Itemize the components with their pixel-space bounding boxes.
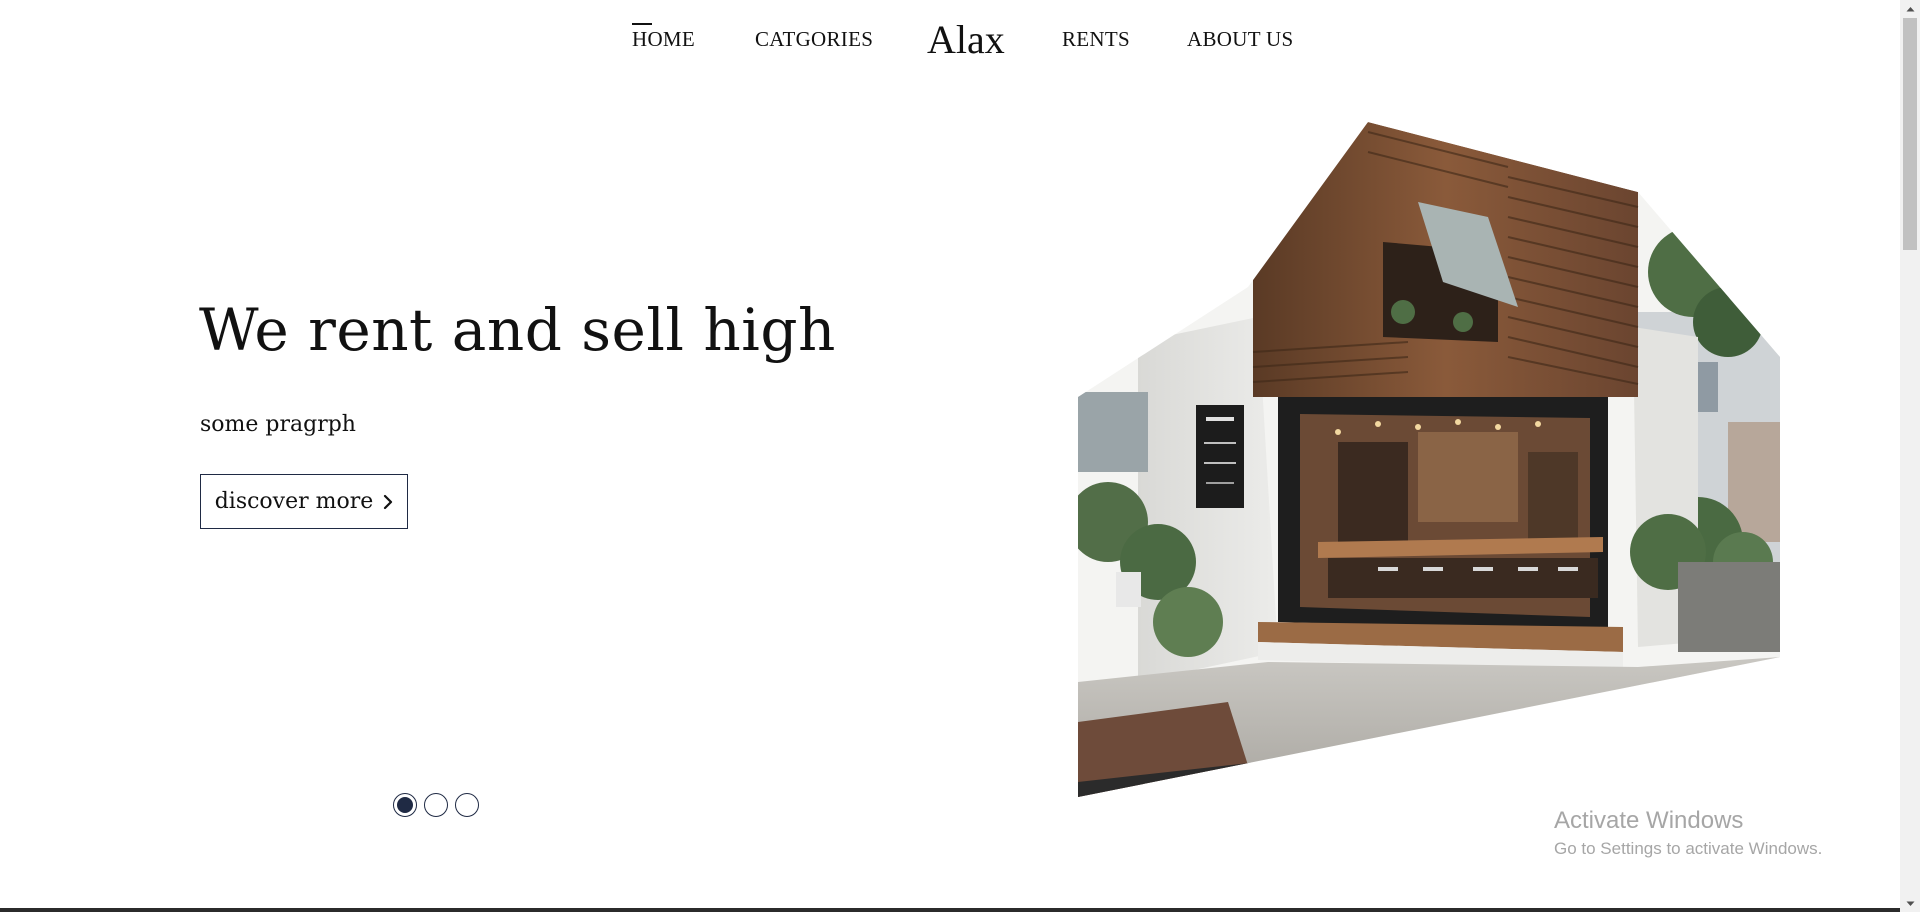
slider-pagination [393, 793, 479, 817]
nav-link-home[interactable]: HOME [632, 23, 695, 52]
nav-link-about-us[interactable]: ABOUT US [1187, 27, 1293, 52]
chevron-right-icon [384, 494, 393, 509]
brand-logo[interactable]: Alax [927, 16, 1005, 63]
nav-link-categories[interactable]: CATGORIES [755, 27, 873, 52]
discover-more-label: discover more [214, 489, 374, 514]
hero-building-image [1078, 122, 1780, 797]
discover-more-button[interactable]: discover more [200, 474, 408, 529]
watermark-subtitle: Go to Settings to activate Windows. [1554, 839, 1823, 858]
bottom-edge-divider [0, 908, 1900, 912]
slider-dot-1[interactable] [393, 793, 417, 817]
nav-link-rents[interactable]: RENTS [1062, 27, 1130, 52]
scroll-down-arrow-icon[interactable] [1900, 895, 1920, 912]
vertical-scrollbar[interactable] [1900, 0, 1920, 912]
activate-windows-watermark: Activate Windows Go to Settings to activ… [1554, 806, 1822, 861]
slider-dot-3[interactable] [455, 793, 479, 817]
top-navigation: HOME CATGORIES Alax RENTS ABOUT US [0, 0, 1900, 80]
watermark-title: Activate Windows [1554, 807, 1744, 834]
hero-paragraph: some pragrph [200, 412, 356, 437]
scroll-up-arrow-icon[interactable] [1900, 0, 1920, 17]
slider-dot-2[interactable] [424, 793, 448, 817]
hero-title: We rent and sell high [199, 296, 836, 364]
scrollbar-thumb[interactable] [1903, 18, 1917, 250]
